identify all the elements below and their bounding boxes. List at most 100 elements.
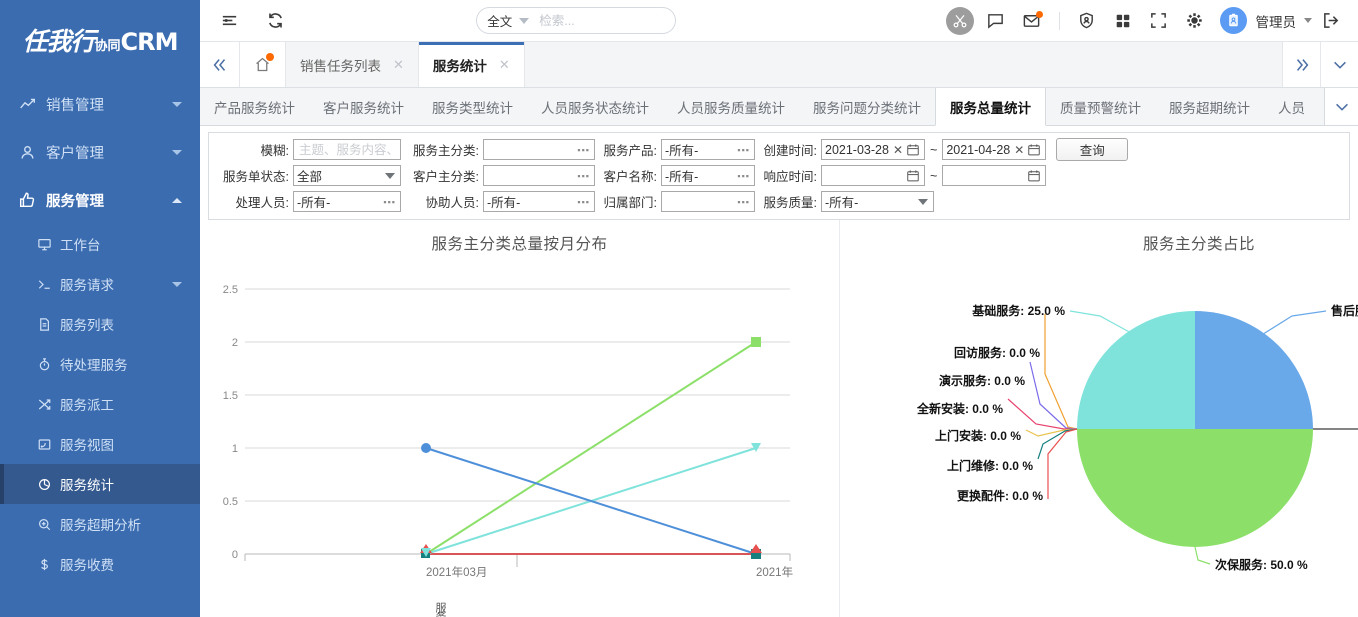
sidebar-item-service-billing[interactable]: 服务收费	[0, 544, 200, 584]
calendar-icon[interactable]	[906, 169, 920, 183]
fuzzy-search-input[interactable]	[297, 142, 398, 158]
pie-slice-label: 上门安装: 0.0 %	[935, 428, 1021, 443]
sidebar-item-pending-service[interactable]: 待处理服务	[0, 344, 200, 384]
svg-text:0: 0	[232, 549, 238, 561]
sidebar-item-service-dispatch-label: 服务派工	[60, 394, 114, 414]
fullscreen-icon[interactable]	[1142, 6, 1176, 36]
service-main-category-picker[interactable]: ▪▪▪	[483, 139, 595, 160]
calendar-icon[interactable]	[906, 143, 920, 157]
subtab-staff-service-quality-stats[interactable]: 人员服务质量统计	[663, 88, 799, 125]
handler-picker[interactable]: -所有- ▪▪▪	[293, 191, 401, 212]
picker-dots-icon[interactable]: ▪▪▪	[577, 171, 592, 181]
customer-name-picker[interactable]: -所有- ▪▪▪	[661, 165, 755, 186]
sidebar-group-customer[interactable]: 客户管理	[0, 128, 200, 176]
scissors-icon[interactable]	[946, 7, 974, 35]
scissors-button[interactable]	[943, 6, 977, 36]
search-input[interactable]	[537, 13, 647, 29]
subtab-service-issue-category-stats[interactable]: 服务问题分类统计	[799, 88, 935, 125]
logo-crm-text: CRM	[121, 28, 178, 56]
filter-label-fuzzy: 模糊:	[213, 140, 293, 159]
sidebar-item-service-request-label: 服务请求	[60, 274, 114, 294]
service-order-status-select[interactable]: 全部	[293, 165, 401, 186]
subtab-more-dropdown[interactable]	[1324, 88, 1358, 125]
customer-main-category-picker[interactable]: ▪▪▪	[483, 165, 595, 186]
subtab-service-type-stats[interactable]: 服务类型统计	[418, 88, 527, 125]
double-chevron-right-icon[interactable]	[1282, 42, 1320, 87]
query-button[interactable]: 查询	[1056, 138, 1128, 161]
search-scope-label[interactable]: 全文	[487, 11, 512, 30]
filter-label-handler: 处理人员:	[213, 192, 293, 211]
home-tab-button[interactable]	[240, 42, 286, 87]
close-icon[interactable]: ✕	[393, 57, 404, 73]
sidebar-item-overdue-analysis[interactable]: 服务超期分析	[0, 504, 200, 544]
sidebar-item-service-view[interactable]: 服务视图	[0, 424, 200, 464]
pie-chart-canvas: 基础服务: 25.0 % 回访服务: 0.0 % 演示服务: 0.0 % 全新安…	[840, 254, 1358, 599]
service-product-picker[interactable]: -所有- ▪▪▪	[661, 139, 755, 160]
tab-sales-task-list[interactable]: 销售任务列表 ✕	[286, 42, 419, 87]
create-time-to-field[interactable]: 2021-04-28 ✕	[942, 139, 1046, 160]
picker-dots-icon[interactable]: ▪▪▪	[577, 145, 592, 155]
subtab-staff-partial[interactable]: 人员	[1264, 88, 1305, 125]
response-time-from-field[interactable]	[821, 165, 925, 186]
sidebar-item-service-list[interactable]: 服务列表	[0, 304, 200, 344]
calendar-icon[interactable]	[1027, 143, 1041, 157]
apps-grid-icon[interactable]	[1106, 6, 1140, 36]
tab-service-statistics[interactable]: 服务统计 ✕	[419, 42, 525, 87]
subtab-quality-warning-stats[interactable]: 质量预警统计	[1046, 88, 1155, 125]
content-area: 模糊: 服务主分类: ▪▪▪ 服务产品: -所有- ▪▪▪ 创建时间:	[200, 126, 1358, 617]
sidebar-item-service-request[interactable]: 服务请求	[0, 264, 200, 304]
svg-text:0.5: 0.5	[223, 496, 238, 508]
picker-dots-icon[interactable]: ▪▪▪	[737, 171, 752, 181]
double-chevron-left-icon[interactable]	[200, 42, 240, 87]
fuzzy-search-field[interactable]	[293, 139, 401, 160]
picker-dots-icon[interactable]: ▪▪▪	[737, 197, 752, 207]
global-search[interactable]: 全文	[476, 7, 676, 34]
picker-dots-icon[interactable]: ▪▪▪	[383, 197, 398, 207]
chevron-down-icon[interactable]	[1304, 18, 1312, 23]
subtab-service-overdue-stats[interactable]: 服务超期统计	[1155, 88, 1264, 125]
menu-collapse-icon[interactable]	[214, 6, 244, 36]
refresh-icon[interactable]	[260, 6, 290, 36]
service-order-status-value: 全部	[297, 166, 322, 185]
logout-icon[interactable]	[1314, 6, 1348, 36]
subtab-staff-service-status-stats[interactable]: 人员服务状态统计	[527, 88, 663, 125]
pie-slice-label: 次保服务: 50.0 %	[1215, 557, 1308, 572]
tab-sales-task-list-label: 销售任务列表	[300, 55, 381, 75]
calendar-icon[interactable]	[1027, 169, 1041, 183]
assistant-picker[interactable]: -所有- ▪▪▪	[483, 191, 595, 212]
line-chart-canvas: 2.5 2 1.5 1 0.5 0 2021年03月 2021年	[200, 254, 840, 599]
settings-gear-icon[interactable]	[1178, 6, 1212, 36]
close-icon[interactable]: ✕	[499, 57, 510, 73]
service-quality-select[interactable]: -所有-	[821, 191, 934, 212]
chevron-down-icon[interactable]	[519, 18, 529, 24]
clear-icon[interactable]: ✕	[1014, 143, 1027, 157]
department-picker[interactable]: ▪▪▪	[661, 191, 755, 212]
chevron-up-icon	[172, 198, 182, 203]
tab-list-dropdown-icon[interactable]	[1320, 42, 1358, 87]
shield-icon[interactable]	[1070, 6, 1104, 36]
sidebar-item-service-dispatch[interactable]: 服务派工	[0, 384, 200, 424]
sidebar-item-service-statistics[interactable]: 服务统计	[0, 464, 200, 504]
picker-dots-icon[interactable]: ▪▪▪	[737, 145, 752, 155]
pie-slice-label: 上门维修: 0.0 %	[947, 458, 1033, 473]
chevron-down-icon[interactable]	[385, 173, 395, 179]
sidebar-item-workbench[interactable]: 工作台	[0, 224, 200, 264]
picker-dots-icon[interactable]: ▪▪▪	[577, 197, 592, 207]
sidebar-group-service[interactable]: 服务管理	[0, 176, 200, 224]
brand-logo[interactable]: 任我行协同CRM	[0, 0, 200, 80]
response-time-to-field[interactable]	[942, 165, 1046, 186]
subtab-product-service-stats[interactable]: 产品服务统计	[200, 88, 309, 125]
header-action-icons: 管理员	[943, 6, 1349, 36]
create-time-to-value: 2021-04-28	[946, 143, 1010, 157]
subtab-service-total-stats[interactable]: 服务总量统计	[935, 88, 1046, 126]
subtab-customer-service-stats[interactable]: 客户服务统计	[309, 88, 418, 125]
chevron-down-icon[interactable]	[918, 199, 928, 205]
create-time-from-field[interactable]: 2021-03-28 ✕	[821, 139, 925, 160]
svg-text:1.5: 1.5	[223, 390, 238, 402]
avatar[interactable]	[1220, 7, 1247, 34]
mail-icon[interactable]	[1015, 6, 1049, 36]
username-label[interactable]: 管理员	[1256, 11, 1297, 31]
sidebar-group-sales[interactable]: 销售管理	[0, 80, 200, 128]
clear-icon[interactable]: ✕	[893, 143, 906, 157]
chat-icon[interactable]	[979, 6, 1013, 36]
